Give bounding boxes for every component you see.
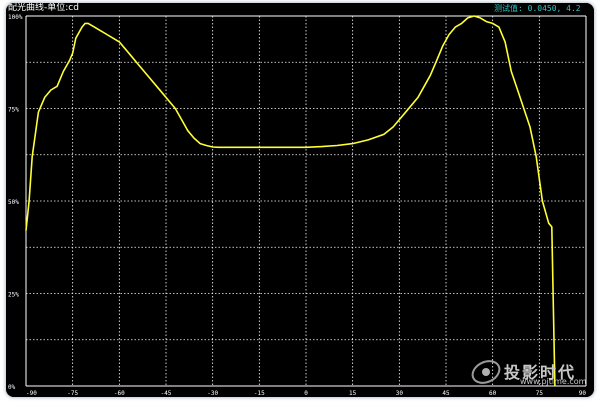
x-tick-label: 90 <box>579 390 587 397</box>
chart-plot: -90 -75 -60 -45 -30 -15 0 15 30 45 60 75 90 0% 25% 50% 7… <box>6 3 594 397</box>
x-tick-label: 75 <box>536 390 544 397</box>
x-tick-label: -30 <box>207 390 218 397</box>
y-tick-label: 75% <box>8 107 19 114</box>
watermark-url: www.pjtime.com <box>520 377 587 386</box>
x-tick-label: -60 <box>114 390 125 397</box>
value-readout: 测试值: 0.0450, 4.2 <box>494 4 581 13</box>
x-tick-label: 60 <box>489 390 497 397</box>
y-tick-label: 25% <box>8 292 19 299</box>
x-tick-label: -15 <box>254 390 265 397</box>
watermark-logo-icon <box>471 360 501 384</box>
x-tick-label: 30 <box>396 390 404 397</box>
x-tick-label: 0 <box>304 390 308 397</box>
x-tick-label: -90 <box>26 390 37 397</box>
watermark: 投影时代 www.pjtime.com <box>470 357 586 387</box>
y-tick-label: 50% <box>8 199 19 206</box>
x-tick-label: -45 <box>161 390 172 397</box>
x-tick-label: 45 <box>442 390 450 397</box>
x-tick-label: 15 <box>349 390 357 397</box>
y-tick-label: 100% <box>8 14 23 21</box>
chart-title: 配光曲线-单位:cd <box>8 3 79 13</box>
x-tick-label: -75 <box>67 390 78 397</box>
chart-window: -90 -75 -60 -45 -30 -15 0 15 30 45 60 75 90 0% 25% 50% 7… <box>6 3 594 397</box>
y-tick-label: 0% <box>8 384 16 391</box>
